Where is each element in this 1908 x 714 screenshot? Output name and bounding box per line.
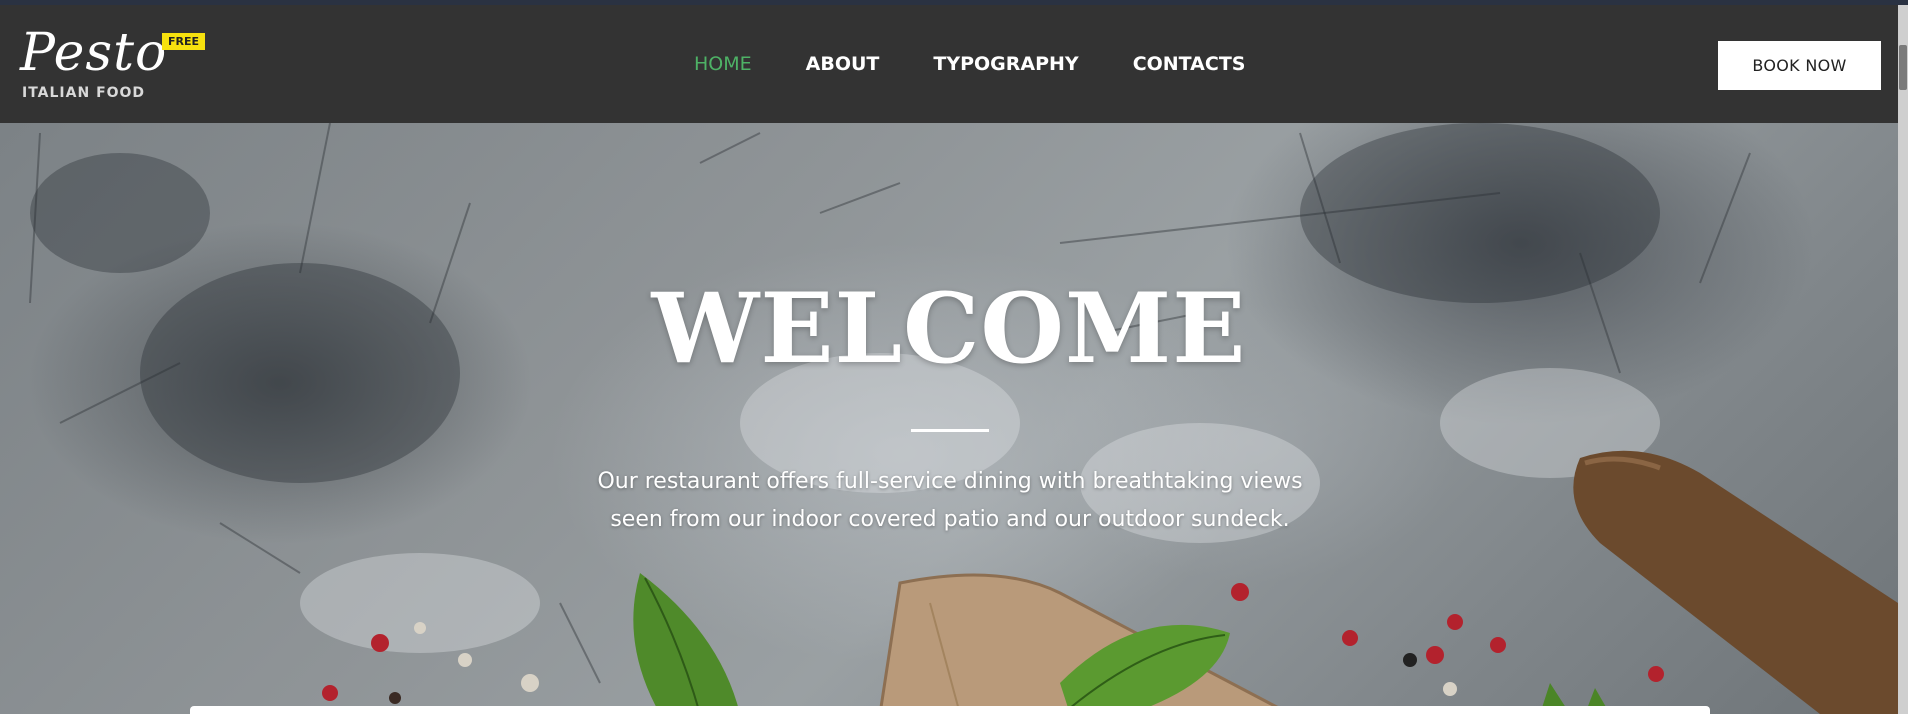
hero-description-line-2: seen from our indoor covered patio and o… <box>610 507 1290 532</box>
nav-item-contacts[interactable]: CONTACTS <box>1133 53 1246 75</box>
site-header: Pesto FREE ITALIAN FOOD HOME ABOUT TYPOG… <box>0 5 1908 123</box>
nav-item-about[interactable]: ABOUT <box>806 53 880 75</box>
hero-description-line-1: Our restaurant offers full-service dinin… <box>597 469 1303 494</box>
content-card-edge <box>190 706 1710 714</box>
nav-item-home[interactable]: HOME <box>694 53 752 75</box>
basil-leaf-icon <box>633 573 1610 714</box>
hero-title: WELCOME <box>651 272 1247 385</box>
hero-background-texture <box>29 123 1898 714</box>
free-badge: FREE <box>162 33 206 50</box>
rolling-pin-icon <box>1573 450 1898 714</box>
hero-divider <box>911 429 989 432</box>
main-navigation: HOME ABOUT TYPOGRAPHY CONTACTS <box>694 53 1245 75</box>
hero-description: Our restaurant offers full-service dinin… <box>540 463 1360 539</box>
page-scrollbar[interactable] <box>1898 5 1908 714</box>
site-logo[interactable]: Pesto FREE ITALIAN FOOD <box>20 23 210 113</box>
hero-section: WELCOME Our restaurant offers full-servi… <box>0 123 1898 714</box>
book-now-button[interactable]: BOOK NOW <box>1718 41 1881 90</box>
logo-tagline: ITALIAN FOOD <box>22 85 146 101</box>
nav-item-typography[interactable]: TYPOGRAPHY <box>933 53 1078 75</box>
scrollbar-thumb[interactable] <box>1899 45 1907 90</box>
logo-name: Pesto <box>20 23 168 83</box>
